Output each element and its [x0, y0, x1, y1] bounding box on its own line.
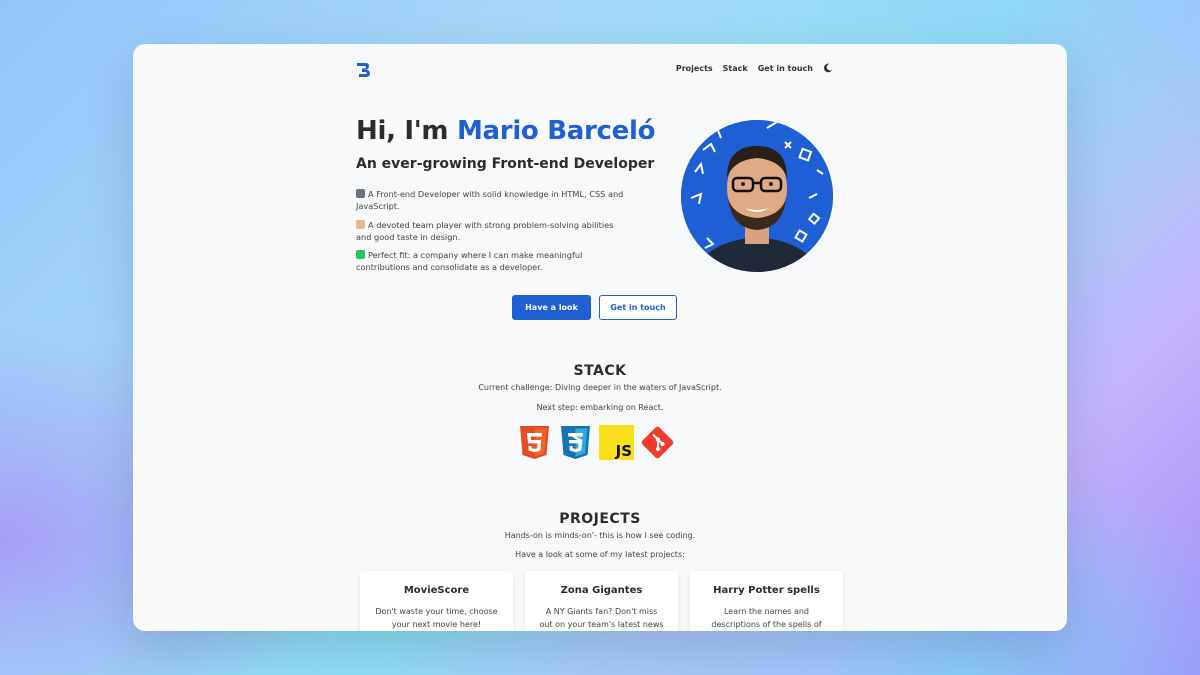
project-card-desc: Don't waste your time, choose your next … [375, 607, 498, 629]
bullet-item: A devoted team player with strong proble… [356, 219, 626, 244]
project-card-zona-gigantes[interactable]: Zona Gigantes A NY Giants fan? Don't mis… [525, 571, 678, 631]
project-card-title: Zona Gigantes [560, 585, 643, 596]
bullet-item: Perfect fit: a company where I can make … [356, 249, 626, 274]
projects-title: PROJECTS [559, 511, 641, 527]
profile-photo [681, 120, 833, 272]
project-card-title: Harry Potter spells [713, 585, 820, 596]
js-label: JS [615, 442, 632, 460]
hero-title: Hi, I'm Mario Barceló [356, 116, 655, 146]
nav-link-projects[interactable]: Projects [676, 64, 713, 73]
bullet-text: A devoted team player with strong proble… [356, 219, 614, 242]
project-card-harry-potter-spells[interactable]: Harry Potter spells Learn the names and … [690, 571, 843, 631]
project-card-title: MovieScore [403, 585, 470, 596]
bullet-text: A Front-end Developer with solid knowled… [356, 189, 624, 212]
hero-name: Mario Barceló [456, 116, 656, 146]
moon-icon[interactable] [823, 63, 833, 73]
project-card-moviescore[interactable]: MovieScore Don't waste your time, choose… [360, 571, 513, 631]
git-icon [641, 426, 674, 459]
nav-link-stack[interactable]: Stack [723, 64, 748, 73]
project-cards: MovieScore Don't waste your time, choose… [360, 571, 843, 631]
projects-line-2: Have a look at some of my latest project… [515, 550, 685, 559]
have-a-look-button[interactable]: Have a look [512, 295, 591, 320]
stack-line-2: Next step: embarking on React. [536, 403, 664, 412]
avatar [681, 120, 833, 272]
top-nav: Projects Stack Get in touch [133, 44, 1067, 94]
flexed-biceps-emoji-icon [356, 219, 365, 229]
hero-bullets: A Front-end Developer with solid knowled… [356, 188, 626, 280]
bullet-text: Perfect fit: a company where I can make … [356, 250, 583, 273]
javascript-icon: JS [599, 425, 634, 460]
stack-icons: JS [517, 425, 675, 460]
html5-icon [520, 426, 549, 459]
hero-subtitle: An ever-growing Front-end Developer [356, 156, 655, 172]
projects-line-1: Hands-on is minds-on'- this is how I see… [504, 531, 696, 540]
check-mark-emoji-icon [356, 250, 365, 260]
css3-icon [561, 426, 590, 459]
stack-title: STACK [573, 363, 627, 379]
nav-links: Projects Stack Get in touch [676, 63, 833, 73]
get-in-touch-button[interactable]: Get in touch [599, 295, 677, 320]
browser-window: Projects Stack Get in touch Hi, I'm Mari… [133, 44, 1067, 631]
bullet-item: A Front-end Developer with solid knowled… [356, 188, 626, 213]
hero-greeting: Hi, I'm [356, 116, 457, 146]
logo-icon[interactable] [355, 61, 371, 79]
project-card-desc: Learn the names and descriptions of the … [711, 607, 822, 629]
stack-line-1: Current challenge: Diving deeper in the … [478, 383, 722, 392]
technologist-emoji-icon [356, 189, 365, 198]
nav-link-get-in-touch[interactable]: Get in touch [758, 64, 813, 73]
project-card-desc: A NY Giants fan? Don't miss out on your … [539, 607, 664, 629]
